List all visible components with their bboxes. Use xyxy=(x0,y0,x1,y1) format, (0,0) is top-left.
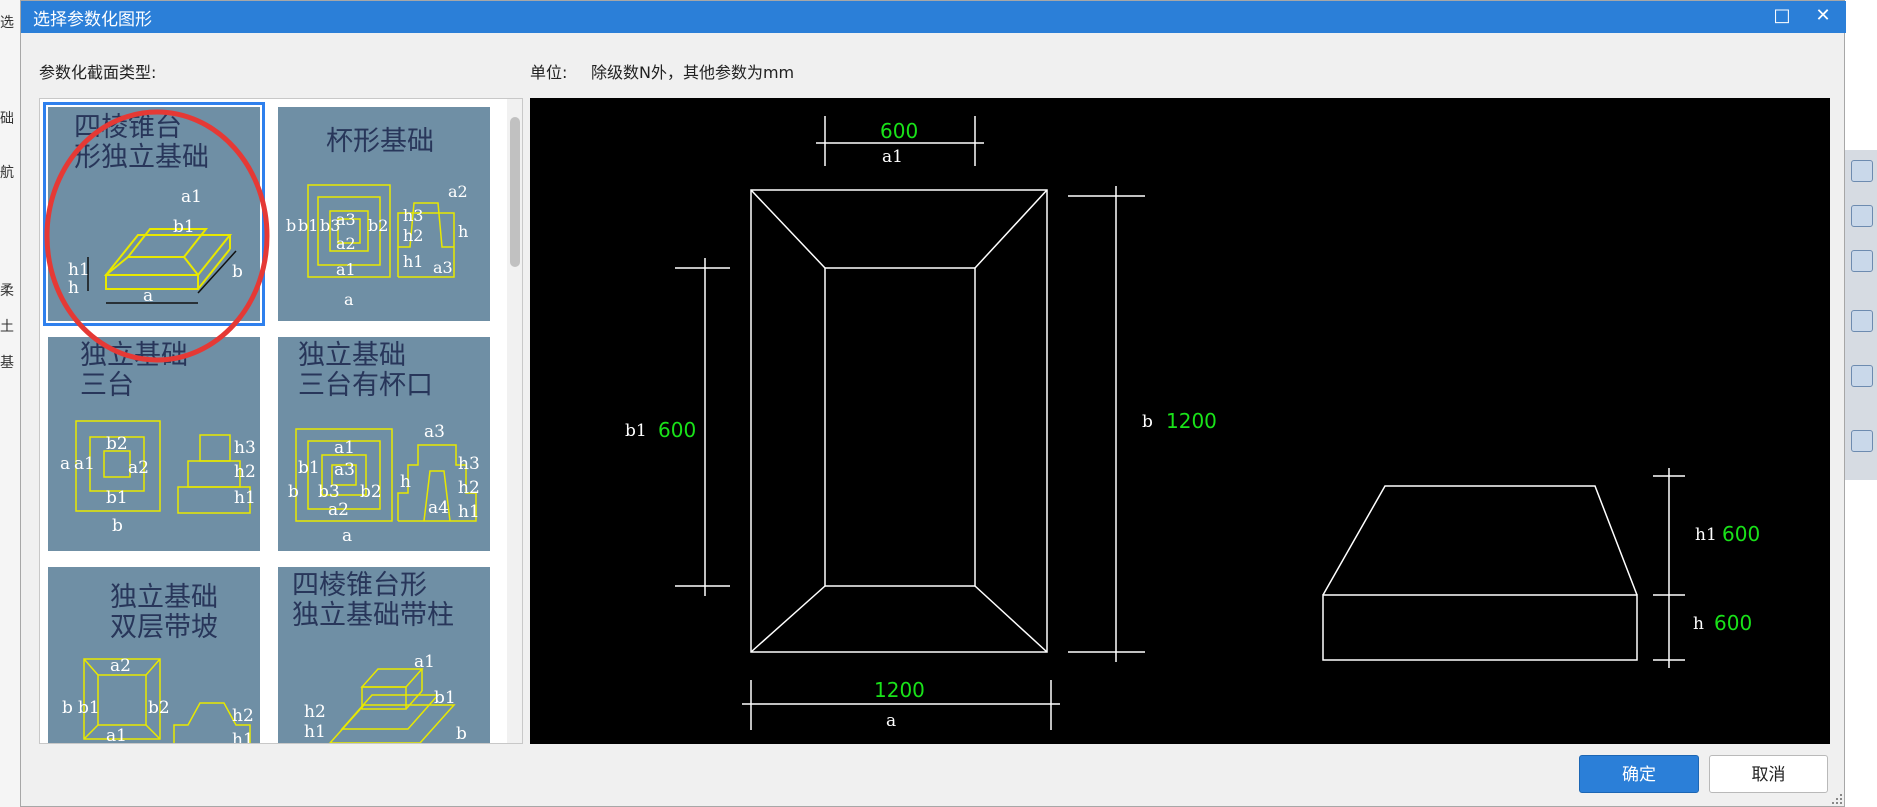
dialog-title: 选择参数化图形 xyxy=(33,10,152,30)
bg-text-fragment: 础 xyxy=(0,111,14,127)
select-parametric-shape-dialog: 选择参数化图形 □ ✕ 参数化截面类型: 单位: 除级数N外，其他参数为mm a… xyxy=(20,0,1846,807)
bg-text-fragment: 基 xyxy=(0,355,14,371)
preview-drawing: 600 a1 b1 600 b 1200 1200 a h1 600 h 600 xyxy=(625,116,1760,731)
bg-text-fragment: 柔 xyxy=(0,283,14,299)
bg-text-fragment: 选 xyxy=(0,15,14,31)
h-label: h xyxy=(1693,614,1704,634)
box-view-icon xyxy=(1851,250,1873,272)
rotate-view-icon xyxy=(1851,365,1873,387)
a-value: 1200 xyxy=(874,678,925,702)
b1-value: 600 xyxy=(658,418,696,442)
titlebar: 选择参数化图形 □ ✕ xyxy=(21,1,1846,33)
section-type-label: 参数化截面类型: xyxy=(39,63,157,82)
a-label: a xyxy=(886,711,896,731)
a1-label: a1 xyxy=(882,147,903,167)
ok-button[interactable]: 确定 xyxy=(1579,755,1699,793)
maximize-icon[interactable]: □ xyxy=(1766,3,1798,29)
plane-view-icon xyxy=(1851,310,1873,332)
close-icon[interactable]: ✕ xyxy=(1807,3,1839,29)
red-annotation-circle xyxy=(44,109,270,363)
h-value: 600 xyxy=(1714,611,1752,635)
cancel-button[interactable]: 取消 xyxy=(1709,755,1828,793)
background-app-right-edge xyxy=(1845,0,1877,807)
b1-label: b1 xyxy=(625,421,647,441)
shape-preview-canvas: 600 a1 b1 600 b 1200 1200 a h1 600 h 600 xyxy=(530,98,1830,744)
units-label: 单位: xyxy=(530,63,568,82)
shape-list-scrollbar[interactable] xyxy=(507,99,522,743)
h1-value: 600 xyxy=(1722,522,1760,546)
bg-text-fragment: 土 xyxy=(0,319,14,335)
units-note: 除级数N外，其他参数为mm xyxy=(591,63,795,82)
grid-view-icon xyxy=(1851,430,1873,452)
3d-view-icon xyxy=(1851,205,1873,227)
b-value: 1200 xyxy=(1166,409,1217,433)
sphere-icon xyxy=(1851,160,1873,182)
shape-list[interactable]: a1 b1 h1 h a b 四棱锥台 形独立基础 a2 b b1 b3 a3 … xyxy=(39,98,523,744)
bg-text-fragment: 航 xyxy=(0,165,14,181)
b-label: b xyxy=(1142,412,1153,432)
resize-grip-icon[interactable] xyxy=(1831,793,1843,805)
h1-label: h1 xyxy=(1695,525,1717,545)
scrollbar-thumb[interactable] xyxy=(510,117,520,267)
a1-value: 600 xyxy=(880,119,918,143)
